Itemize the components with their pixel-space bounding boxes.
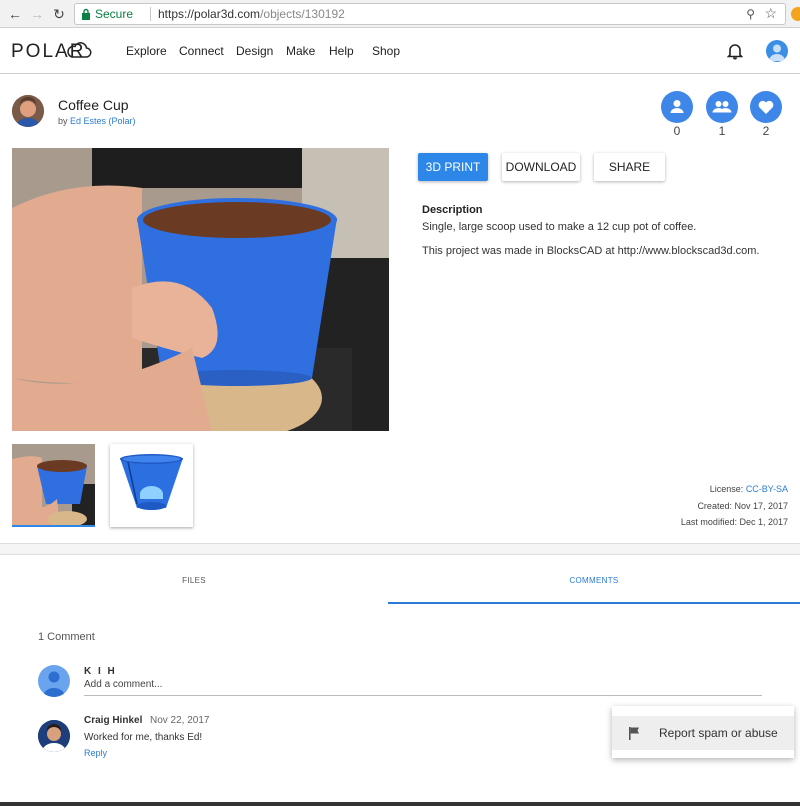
add-comment-input[interactable]: Add a comment... [84,679,162,690]
nav-connect[interactable]: Connect [179,44,224,58]
description-label: Description [422,204,483,216]
reply-link[interactable]: Reply [84,748,107,758]
groups-button[interactable] [706,91,738,123]
followers-button[interactable] [661,91,693,123]
person-icon [769,44,785,61]
extension-icon[interactable] [791,7,800,21]
author-link[interactable]: Ed Estes (Polar) [70,116,136,126]
description-line-2: This project was made in BlocksCAD at ht… [422,245,760,257]
person-icon [43,671,65,697]
report-spam-menu-item[interactable]: Report spam or abuse [612,716,794,750]
comment-date: Nov 22, 2017 [150,715,210,726]
site-header: POLAR Explore Connect Design Make Help S… [0,29,800,74]
download-button[interactable]: DOWNLOAD [502,153,580,181]
page-title: Coffee Cup [58,97,129,113]
group-icon [712,101,732,113]
person-icon [670,100,684,113]
thumbnail-3d-model[interactable] [110,444,193,527]
comment-text: Worked for me, thanks Ed! [84,732,203,743]
flag-icon [629,727,639,740]
reload-icon[interactable]: ↻ [50,5,68,23]
groups-count: 1 [718,124,726,138]
back-icon[interactable]: ← [6,5,24,23]
nav-design[interactable]: Design [236,44,273,58]
share-button[interactable]: SHARE [594,153,665,181]
main-object-image[interactable] [12,148,389,431]
comment-author-avatar[interactable] [38,720,70,752]
browser-toolbar: ← → ↻ Secure https://polar3d.com/objects… [0,0,800,28]
zoom-icon[interactable]: ⚲ [746,7,755,21]
bookmark-star-icon[interactable]: ☆ [764,5,777,22]
url-text[interactable]: https://polar3d.com/objects/130192 [158,7,345,21]
url-host: https://polar3d.com [158,7,261,21]
thumbnail-photo-image [12,444,95,525]
report-spam-label: Report spam or abuse [659,726,778,740]
notifications-bell-icon[interactable] [727,42,743,60]
description-line-1: Single, large scoop used to make a 12 cu… [422,221,697,233]
comment-input-underline [84,695,762,696]
tab-comments[interactable]: COMMENTS [388,556,800,604]
like-button[interactable] [750,91,782,123]
comment-context-menu: Report spam or abuse [612,706,794,758]
license-link[interactable]: CC-BY-SA [746,484,788,494]
license-label: License: [709,484,744,494]
byline-prefix: by [58,116,68,126]
heart-icon [758,100,774,114]
bottom-edge [0,802,800,806]
current-user-name: K I H [84,666,117,677]
user-avatar[interactable] [766,40,788,62]
followers-count: 0 [673,124,681,138]
lock-icon [82,8,90,20]
address-bar[interactable]: Secure https://polar3d.com/objects/13019… [74,3,786,25]
3d-print-button[interactable]: 3D PRINT [418,153,488,181]
url-path: /objects/130192 [260,7,345,21]
nav-explore[interactable]: Explore [126,44,167,58]
tab-files[interactable]: FILES [0,556,388,604]
section-divider [0,543,800,555]
omnibox-separator [150,7,151,21]
byline: by Ed Estes (Polar) [58,116,136,126]
comment-count: 1 Comment [38,631,95,643]
created-date: Created: Nov 17, 2017 [697,501,788,511]
forward-icon[interactable]: → [28,5,46,23]
author-photo [38,720,70,752]
cloud-logo-icon[interactable] [66,40,92,60]
secure-label: Secure [95,7,134,21]
owner-avatar[interactable] [12,95,44,127]
nav-make[interactable]: Make [286,44,315,58]
nav-shop[interactable]: Shop [372,44,400,58]
modified-date: Last modified: Dec 1, 2017 [680,517,788,527]
current-user-avatar [38,665,70,697]
thumbnail-model-image [120,454,183,510]
likes-count: 2 [762,124,770,138]
nav-help[interactable]: Help [329,44,354,58]
license-info: License: CC-BY-SA [710,484,788,494]
comment-author[interactable]: Craig Hinkel [84,715,142,726]
thumbnail-photo[interactable] [12,444,95,527]
coffee-cup-photo [12,148,389,431]
owner-photo [12,95,44,127]
